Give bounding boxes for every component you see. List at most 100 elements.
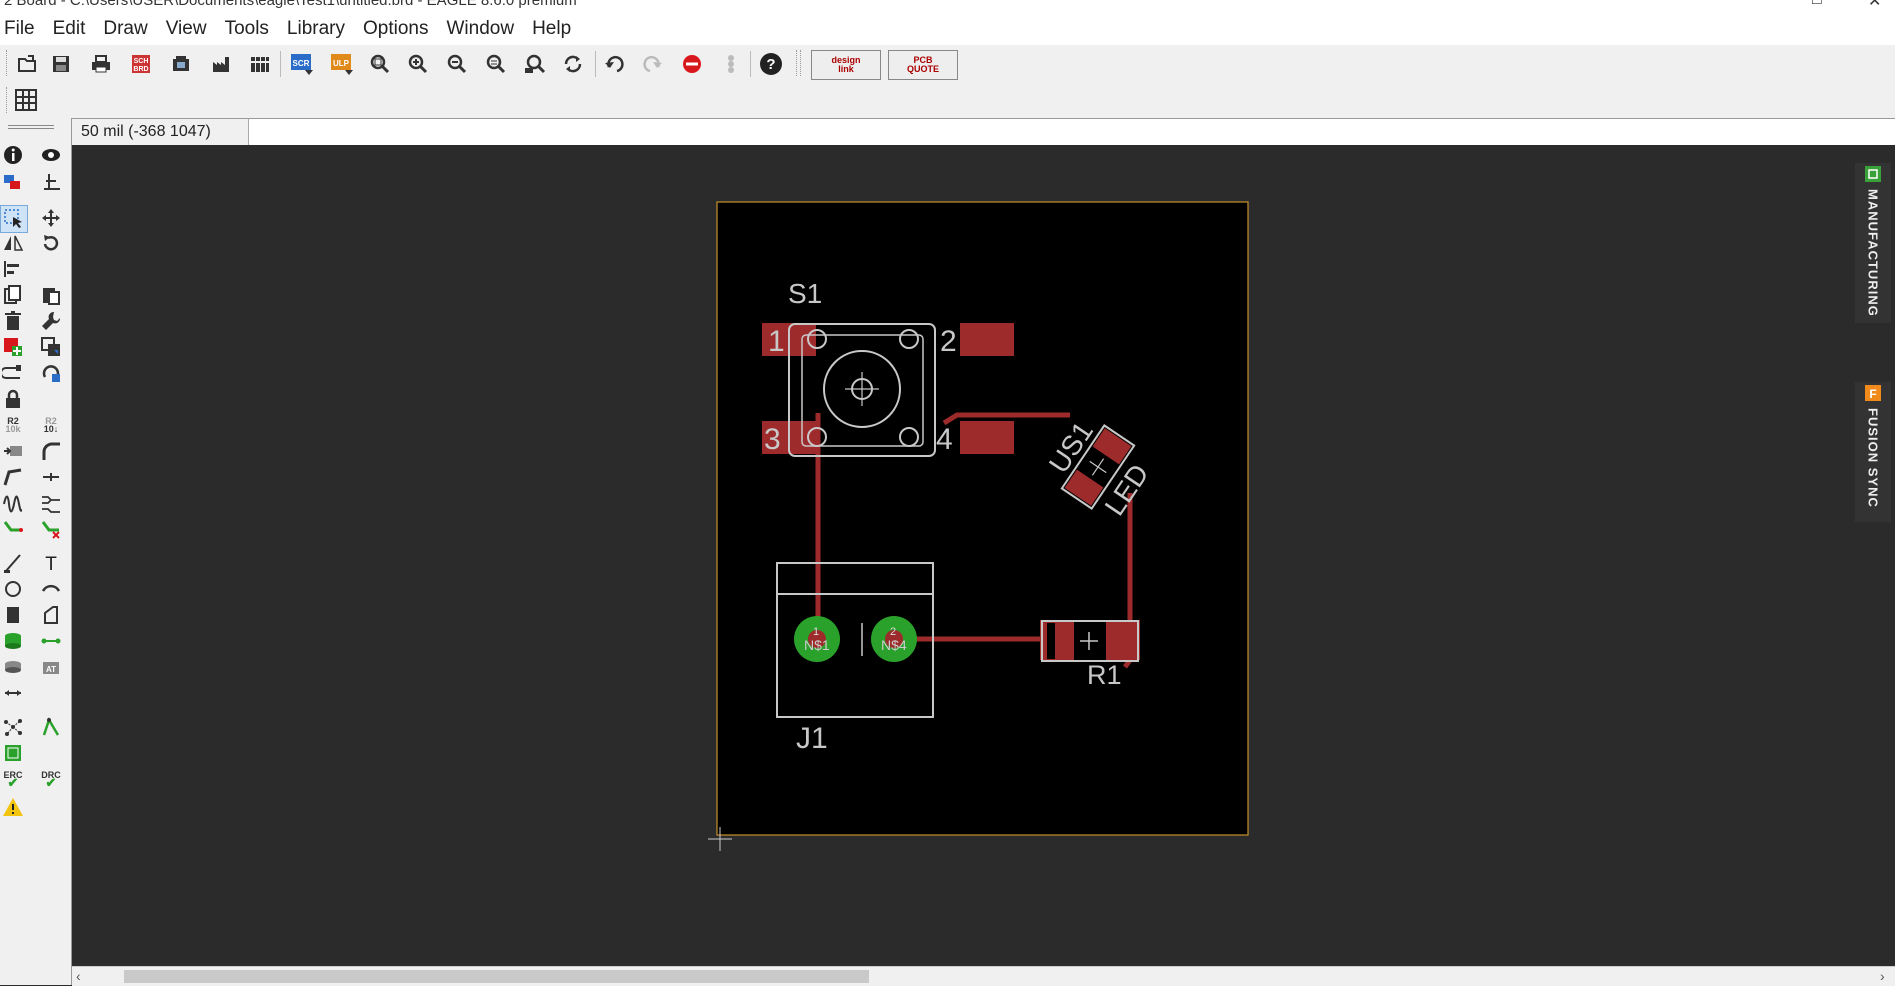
zoom-in-icon[interactable] [405, 51, 431, 77]
fusion-sync-tab[interactable]: F FUSION SYNC [1855, 382, 1891, 522]
main-toolbar: SCH BRD SCR ULP ? design link PCB QUOTE [0, 45, 1895, 83]
lock-icon[interactable] [0, 386, 26, 412]
library-icon[interactable] [247, 51, 273, 77]
print-icon[interactable] [88, 51, 114, 77]
redo-icon[interactable] [640, 51, 666, 77]
text-icon[interactable]: T [38, 550, 64, 576]
autorouter-icon[interactable] [38, 714, 64, 740]
scroll-right-arrow[interactable]: › [1880, 968, 1885, 984]
circle-icon[interactable] [0, 576, 26, 602]
restore-button[interactable]: □ [1812, 0, 1822, 9]
route-multiple-icon[interactable] [38, 490, 64, 516]
select-icon[interactable] [0, 205, 28, 233]
drc-icon[interactable]: DRC ✔ [38, 766, 64, 792]
polygon-icon[interactable] [38, 602, 64, 628]
go-icon[interactable] [718, 51, 744, 77]
pcb-quote-button[interactable]: PCB QUOTE [888, 50, 958, 80]
menu-tools[interactable]: Tools [216, 12, 278, 45]
rectangle-icon[interactable] [0, 602, 26, 628]
close-button[interactable]: ✕ [1868, 0, 1881, 11]
r1-pad-2[interactable] [1106, 620, 1140, 660]
zoom-area-icon[interactable] [523, 51, 549, 77]
toolbar-grip[interactable] [6, 87, 9, 113]
wrench-icon[interactable] [38, 308, 64, 334]
zoom-select-icon[interactable] [483, 51, 509, 77]
cam-processor-icon[interactable] [208, 51, 234, 77]
mirror-icon[interactable] [0, 230, 26, 256]
save-icon[interactable] [48, 51, 74, 77]
paste-icon[interactable] [38, 282, 64, 308]
warning-icon[interactable] [0, 794, 26, 820]
grid-icon[interactable] [13, 87, 39, 113]
signal-icon[interactable] [38, 628, 64, 654]
via-icon[interactable] [0, 628, 26, 654]
toolbar-grip[interactable] [6, 50, 9, 76]
attribute-icon[interactable]: AT [38, 654, 64, 680]
redraw-icon[interactable] [560, 51, 586, 77]
meander-icon[interactable] [0, 490, 26, 516]
menu-view[interactable]: View [157, 12, 216, 45]
svg-text:BRD: BRD [133, 66, 148, 73]
copy-icon[interactable] [0, 282, 26, 308]
arc-icon[interactable] [38, 576, 64, 602]
dimension-icon[interactable] [0, 680, 26, 706]
route-icon[interactable] [0, 516, 26, 542]
menu-help[interactable]: Help [523, 12, 580, 45]
manufacturing-tab[interactable]: MANUFACTURING [1855, 163, 1891, 323]
scroll-left-arrow[interactable]: ‹ [76, 968, 81, 984]
board-canvas[interactable]: S1 1 2 3 4 US1 LED 1 2 N$1 N$4 J1 R1 [72, 145, 1852, 966]
board-icon[interactable] [0, 740, 26, 766]
value-icon[interactable]: R2 10↓ [38, 412, 64, 438]
line-icon[interactable] [0, 550, 26, 576]
layers-icon[interactable] [0, 169, 26, 195]
menu-edit[interactable]: Edit [44, 12, 95, 45]
stop-icon[interactable] [679, 51, 705, 77]
menu-bar: File Edit Draw View Tools Library Option… [0, 12, 1895, 45]
rotate-icon[interactable] [38, 230, 64, 256]
show-icon[interactable] [38, 142, 64, 168]
ripup-icon[interactable] [38, 516, 64, 542]
menu-window[interactable]: Window [437, 12, 523, 45]
miter-icon[interactable] [38, 438, 64, 464]
menu-options[interactable]: Options [354, 12, 437, 45]
swap-icon[interactable] [0, 360, 26, 386]
j1-net-label-2: N$4 [881, 637, 907, 653]
delete-icon[interactable] [0, 308, 26, 334]
help-icon[interactable]: ? [758, 51, 784, 77]
s1-pad-4[interactable] [960, 421, 1014, 454]
menu-file[interactable]: File [0, 12, 44, 45]
add-part-icon[interactable] [0, 334, 26, 360]
erc-icon[interactable]: ERC ✔ [0, 766, 26, 792]
move-icon[interactable] [38, 205, 64, 231]
toolbar-grip[interactable] [796, 50, 799, 76]
s1-pad-2[interactable] [960, 323, 1014, 356]
command-line-input[interactable] [249, 119, 1895, 147]
align-icon[interactable] [0, 256, 26, 282]
sch-brd-switch-icon[interactable]: SCH BRD [128, 51, 154, 77]
optimize-icon[interactable] [38, 464, 64, 490]
ulp-icon[interactable]: ULP [329, 51, 355, 77]
menu-library[interactable]: Library [278, 12, 354, 45]
smash-icon[interactable] [0, 438, 26, 464]
mark-icon[interactable] [38, 169, 64, 195]
zoom-out-icon[interactable] [444, 51, 470, 77]
info-icon[interactable] [0, 142, 26, 168]
script-icon[interactable]: SCR [289, 51, 315, 77]
open-icon[interactable] [14, 51, 40, 77]
board-drawing[interactable]: S1 1 2 3 4 US1 LED 1 2 N$1 N$4 J1 R1 [72, 145, 1852, 966]
scroll-thumb[interactable] [124, 970, 869, 983]
panel-grip[interactable] [8, 125, 54, 129]
zoom-to-fit-icon[interactable] [367, 51, 393, 77]
name-icon[interactable]: R2 10k [0, 412, 26, 438]
ratsnest-icon[interactable] [0, 714, 26, 740]
hole-icon[interactable] [0, 654, 26, 680]
r1-pad-1[interactable] [1040, 620, 1074, 660]
menu-draw[interactable]: Draw [94, 12, 156, 45]
split-icon[interactable] [0, 464, 26, 490]
cam-icon[interactable] [168, 51, 194, 77]
undo-icon[interactable] [601, 51, 627, 77]
replace-icon[interactable] [38, 334, 64, 360]
design-link-button[interactable]: design link [811, 50, 881, 80]
horizontal-scrollbar[interactable]: ‹ › [72, 966, 1895, 986]
change-icon[interactable] [38, 360, 64, 386]
